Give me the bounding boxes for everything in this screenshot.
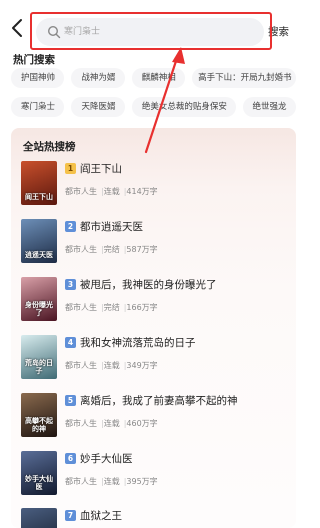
hot-search-chip[interactable]: 绝美女总裁的贴身保安 <box>131 97 236 117</box>
book-genre: 都市人生 <box>65 245 97 254</box>
book-meta: 都市人生 |完结 |587万字 <box>65 244 158 255</box>
book-genre: 都市人生 <box>65 303 97 312</box>
book-status: 完结 <box>103 303 120 312</box>
book-word-count: 349万字 <box>126 361 158 370</box>
hot-search-chips: 护国神帅 战神为婿 麒麟神相 高手下山：开局九封婚书 寒门枭士 天降医婿 绝美女… <box>11 68 296 126</box>
book-item[interactable]: 妙手大仙医 6 妙手大仙医 都市人生 |连载 |395万字 <box>21 451 286 495</box>
book-word-count: 587万字 <box>126 245 158 254</box>
book-cover: 荒岛的日子 <box>21 335 57 379</box>
book-title: 都市逍遥天医 <box>80 221 143 233</box>
rank-badge-icon: 2 <box>65 221 76 232</box>
hot-search-chip[interactable]: 绝世强龙 <box>242 97 296 117</box>
book-title: 阎王下山 <box>80 163 122 175</box>
book-meta: 都市人生 |连载 |349万字 <box>65 360 158 371</box>
book-title: 被甩后，我神医的身份曝光了 <box>80 279 217 291</box>
hot-search-chip[interactable]: 高手下山：开局九封婚书 <box>192 68 296 88</box>
book-word-count: 166万字 <box>126 303 158 312</box>
book-cover: 高攀不起的神 <box>21 393 57 437</box>
ranking-title: 全站热搜榜 <box>23 141 76 153</box>
book-genre: 都市人生 <box>65 419 97 428</box>
book-item[interactable]: 身份曝光了 3 被甩后，我神医的身份曝光了 都市人生 |完结 |166万字 <box>21 277 286 321</box>
hot-search-chip[interactable]: 麒麟神相 <box>131 68 186 88</box>
rank-badge-icon: 7 <box>65 510 76 521</box>
book-cover-title: 荒岛的日子 <box>25 359 53 375</box>
book-title: 妙手大仙医 <box>80 453 133 465</box>
rank-badge-icon: 5 <box>65 395 76 406</box>
book-genre: 都市人生 <box>65 361 97 370</box>
hot-search-chip[interactable]: 战神为婿 <box>71 68 125 88</box>
book-cover-title: 逍遥天医 <box>25 251 53 259</box>
book-status: 连载 <box>103 187 120 196</box>
book-genre: 都市人生 <box>65 477 97 486</box>
book-item[interactable]: 阎王下山 1 阎王下山 都市人生 |连载 |414万字 <box>21 161 286 205</box>
book-status: 连载 <box>103 477 120 486</box>
top-bar: 搜索 <box>0 0 300 50</box>
book-cover: 阎王下山 <box>21 161 57 205</box>
rank-badge-icon: 1 <box>65 163 76 174</box>
book-meta: 都市人生 |完结 |166万字 <box>65 302 158 313</box>
book-item[interactable]: 高攀不起的神 5 离婚后，我成了前妻高攀不起的神 都市人生 |连载 |460万字 <box>21 393 286 437</box>
book-cover-title: 阎王下山 <box>25 193 53 201</box>
rank-badge-icon: 6 <box>65 453 76 464</box>
rank-badge-icon: 3 <box>65 279 76 290</box>
book-item[interactable]: 逍遥天医 2 都市逍遥天医 都市人生 |完结 |587万字 <box>21 219 286 263</box>
book-cover: 逍遥天医 <box>21 219 57 263</box>
chip-row: 寒门枭士 天降医婿 绝美女总裁的贴身保安 绝世强龙 <box>11 97 296 117</box>
book-status: 完结 <box>103 245 120 254</box>
book-genre: 都市人生 <box>65 187 97 196</box>
book-cover-title: 高攀不起的神 <box>25 417 53 433</box>
book-cover: 妙手大仙医 <box>21 451 57 495</box>
book-meta: 都市人生 |连载 |460万字 <box>65 418 158 429</box>
search-input[interactable] <box>64 18 254 46</box>
book-cover <box>21 508 57 528</box>
book-word-count: 460万字 <box>126 419 158 428</box>
book-status: 连载 <box>103 419 120 428</box>
book-word-count: 414万字 <box>126 187 158 196</box>
book-meta: 都市人生 |连载 |395万字 <box>65 476 158 487</box>
book-item[interactable]: 荒岛的日子 4 我和女神流落荒岛的日子 都市人生 |连载 |349万字 <box>21 335 286 379</box>
search-bar[interactable] <box>36 18 264 46</box>
book-word-count: 395万字 <box>126 477 158 486</box>
book-title: 我和女神流落荒岛的日子 <box>80 337 196 349</box>
book-status: 连载 <box>103 361 120 370</box>
hot-search-chip[interactable]: 护国神帅 <box>11 68 65 88</box>
book-item[interactable]: 7 血狱之王 <box>21 508 286 528</box>
search-button[interactable]: 搜索 <box>268 24 289 39</box>
ranking-panel: 全站热搜榜 阎王下山 1 阎王下山 都市人生 |连载 |414万字 逍遥天医 2 都… <box>11 128 296 528</box>
book-title: 血狱之王 <box>80 510 122 522</box>
chip-row: 护国神帅 战神为婿 麒麟神相 高手下山：开局九封婚书 <box>11 68 296 88</box>
book-cover-title: 妙手大仙医 <box>25 475 53 491</box>
search-icon <box>47 25 61 39</box>
hot-search-title: 热门搜索 <box>13 54 55 66</box>
hot-search-chip[interactable]: 寒门枭士 <box>11 97 65 117</box>
rank-badge-icon: 4 <box>65 337 76 348</box>
hot-search-chip[interactable]: 天降医婿 <box>71 97 125 117</box>
back-arrow-icon[interactable] <box>8 17 30 39</box>
book-meta: 都市人生 |连载 |414万字 <box>65 186 158 197</box>
book-cover: 身份曝光了 <box>21 277 57 321</box>
book-title: 离婚后，我成了前妻高攀不起的神 <box>80 395 238 407</box>
book-cover-title: 身份曝光了 <box>25 301 53 317</box>
